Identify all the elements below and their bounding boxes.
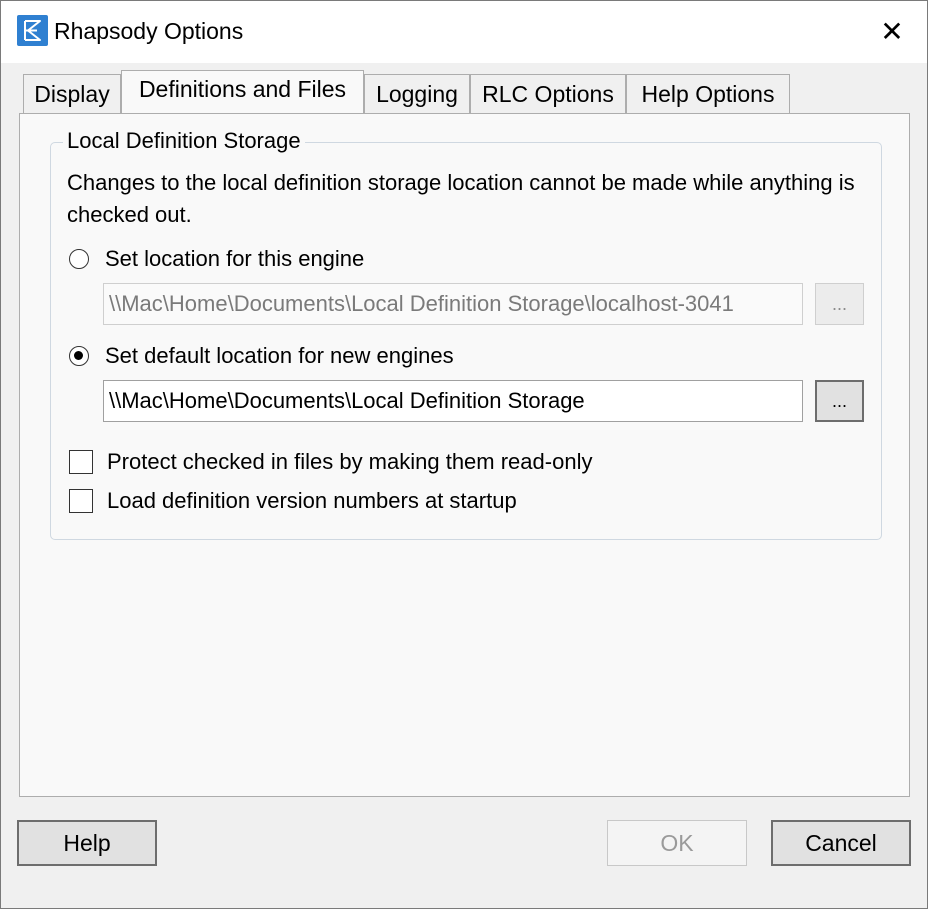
engine-location-browse-button: ... [815,283,864,325]
load-version-numbers-checkbox-row[interactable]: Load definition version numbers at start… [69,488,517,514]
rhapsody-logo-icon [17,15,48,46]
close-icon[interactable]: ✕ [857,1,927,61]
options-dialog: Rhapsody Options ✕ Display Definitions a… [0,0,928,909]
protect-files-label: Protect checked in files by making them … [107,449,593,474]
load-version-numbers-checkbox[interactable] [69,489,93,513]
engine-location-field: \\Mac\Home\Documents\Local Definition St… [103,283,803,325]
protect-files-checkbox-row[interactable]: Protect checked in files by making them … [69,449,592,475]
radio-button-checked[interactable] [69,346,89,366]
window-title: Rhapsody Options [54,18,244,44]
cancel-button[interactable]: Cancel [771,820,911,866]
engine-location-radio[interactable]: Set location for this engine [69,246,364,272]
default-location-radio[interactable]: Set default location for new engines [69,343,454,369]
tab-display[interactable]: Display [23,74,121,114]
radio-button-unchecked[interactable] [69,249,89,269]
default-location-label: Set default location for new engines [105,343,454,368]
local-definition-storage-group: Local Definition Storage Changes to the … [50,127,882,540]
default-location-browse-button[interactable]: ... [815,380,864,422]
default-location-field[interactable]: \\Mac\Home\Documents\Local Definition St… [103,380,803,422]
ok-button[interactable]: OK [607,820,747,866]
help-button[interactable]: Help [17,820,157,866]
title-bar: Rhapsody Options ✕ [1,1,927,63]
tab-logging[interactable]: Logging [364,74,470,114]
group-title: Local Definition Storage [63,127,305,155]
load-version-numbers-label: Load definition version numbers at start… [107,488,517,513]
storage-description: Changes to the local definition storage … [67,170,855,227]
tab-panel: Local Definition Storage Changes to the … [19,113,910,797]
protect-files-checkbox[interactable] [69,450,93,474]
tab-rlc-options[interactable]: RLC Options [470,74,626,114]
tab-definitions-and-files[interactable]: Definitions and Files [121,70,364,113]
engine-location-label: Set location for this engine [105,246,365,271]
tab-help-options[interactable]: Help Options [626,74,790,114]
